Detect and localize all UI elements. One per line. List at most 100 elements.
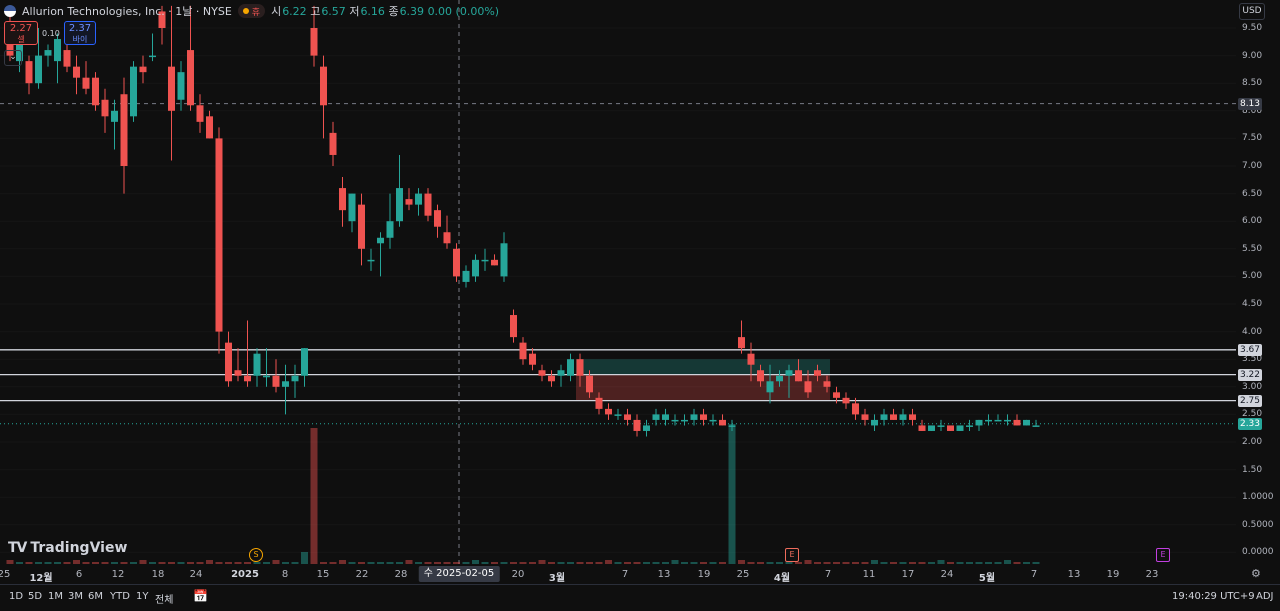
split-event-icon[interactable]: S [249, 548, 263, 562]
candle-body [605, 408, 612, 415]
volume-bar [652, 562, 660, 564]
gear-icon[interactable]: ⚙ [1251, 567, 1261, 580]
candle-body [994, 419, 1002, 422]
volume-bar [614, 562, 622, 564]
candle-body [472, 259, 479, 277]
candle-body [196, 105, 204, 122]
last-price-label: 2.33 [1238, 417, 1262, 430]
candle-body [595, 397, 603, 409]
us-flag-icon [4, 5, 16, 17]
volume-bar [690, 562, 698, 564]
volume-bar [776, 562, 783, 564]
candlestick-chart[interactable] [0, 0, 1236, 566]
range-5d[interactable]: 5D [28, 591, 42, 602]
candle-body [624, 414, 631, 420]
volume-bar [586, 562, 593, 564]
candle-body [814, 370, 821, 376]
candle-body [358, 204, 365, 249]
collapse-legend-button[interactable]: ⌄ [4, 50, 22, 66]
time-tick-label: 25 [736, 569, 750, 580]
candle-body [956, 425, 964, 431]
sell-button[interactable]: 2.27 셀 [4, 21, 38, 45]
volume-bar [168, 562, 175, 564]
range-1d[interactable]: 1D [9, 591, 23, 602]
time-tick-label: 4월 [773, 573, 791, 584]
range-6m[interactable]: 6M [88, 591, 103, 602]
adjust-toggle[interactable]: ADJ [1256, 591, 1274, 602]
candle-body [852, 403, 859, 415]
candle-body [633, 419, 641, 431]
volume-bar [671, 560, 679, 564]
candle-body [861, 414, 869, 420]
volume-bar [576, 562, 584, 564]
volume-bar [6, 560, 14, 564]
currency-selector[interactable]: USD [1239, 3, 1265, 20]
crosshair-time-label: 수 2025-02-05 [418, 566, 500, 582]
candle-body [206, 116, 213, 139]
tv-logo-icon: 𝗧𝗩 [8, 540, 27, 556]
candle-body [975, 419, 983, 426]
range-1y[interactable]: 1Y [136, 591, 148, 602]
buy-label: 바이 [72, 35, 88, 44]
candle-body [804, 381, 812, 393]
time-tick-label: 24 [189, 569, 203, 580]
range-all[interactable]: 전체 [155, 591, 173, 606]
candle-body [443, 232, 451, 244]
candle-body [833, 392, 840, 398]
price-axis[interactable]: 9.50 9.00 8.50 8.00 7.50 7.00 6.50 6.00 5.50 5.00… [1236, 0, 1280, 566]
spread-value: 0.10 [42, 29, 60, 38]
time-tick-label: 24 [940, 569, 954, 580]
candle-body [63, 50, 71, 67]
volume-bar [415, 562, 422, 564]
volume-bar [225, 562, 232, 564]
candle-body [586, 375, 593, 393]
symbol-title[interactable]: Allurion Technologies, Inc. · 1날 · NYSE [22, 3, 232, 19]
volume-bar [643, 562, 650, 564]
time-tick-label: 25 [0, 569, 11, 580]
price-tick-label: 7.00 [1242, 161, 1263, 171]
candle-body [757, 370, 764, 382]
volume-bar [529, 562, 536, 564]
range-ytd[interactable]: YTD [110, 591, 130, 602]
candle-body [301, 348, 308, 376]
volume-bar [510, 562, 517, 564]
volume-bar [263, 562, 270, 564]
volume-bar [139, 560, 147, 564]
candle-body [120, 94, 128, 166]
volume-bar [966, 562, 973, 564]
price-tick-label: 6.50 [1242, 188, 1263, 199]
loss-zone [576, 374, 830, 401]
candle-body [985, 419, 992, 422]
volume-bar [377, 562, 384, 564]
chart-pane[interactable]: Allurion Technologies, Inc. · 1날 · NYSE … [0, 0, 1236, 566]
market-status-badge[interactable]: 휴 [237, 4, 266, 18]
volume-bar [1032, 562, 1040, 564]
market-closed-label: 휴 [251, 7, 261, 18]
volume-bar [595, 562, 603, 564]
volume-bar [63, 562, 71, 564]
time-tick-label: 12 [111, 569, 125, 580]
tradingview-logo[interactable]: 𝗧𝗩 TradingView [8, 540, 127, 556]
close-value: 6.39 [399, 5, 425, 18]
candle-body [253, 353, 261, 376]
time-tick-label: 2025 [231, 569, 259, 580]
range-1m[interactable]: 1M [48, 591, 63, 602]
earnings-event-icon[interactable]: E [785, 548, 799, 562]
time-axis[interactable]: 2512월612182420258152228613203월71319254월7… [0, 566, 1236, 584]
volume-bar [899, 562, 907, 564]
candle-body [54, 39, 61, 62]
candle-body [719, 419, 726, 426]
goto-date-icon[interactable]: 📅 [193, 589, 208, 603]
volume-bar [54, 562, 61, 564]
volume-bar [890, 562, 897, 564]
volume-bar [348, 562, 356, 564]
candle-body [73, 66, 80, 78]
buy-button[interactable]: 2.37 바이 [64, 21, 96, 45]
earnings-upcoming-icon[interactable]: E [1156, 548, 1170, 562]
clock[interactable]: 19:40:29 UTC+9 [1172, 591, 1255, 602]
range-3m[interactable]: 3M [68, 591, 83, 602]
candle-body [909, 414, 916, 420]
volume-bar [82, 562, 90, 564]
level-price-label: 3.22 [1238, 368, 1262, 381]
candle-body [348, 193, 356, 222]
